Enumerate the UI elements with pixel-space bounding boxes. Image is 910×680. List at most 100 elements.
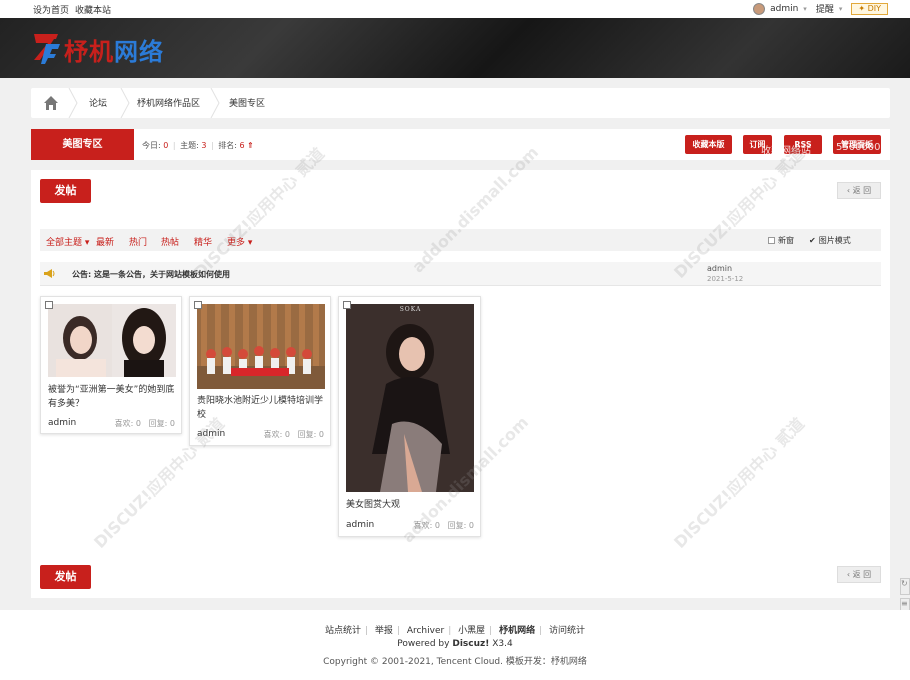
likes-count: 0 [135, 419, 142, 428]
announcement-row[interactable]: 公告: 这是一条公告，关于网站模板如何使用 admin 2021-5-12 [40, 262, 881, 286]
filter-more[interactable]: 更多 ▾ [227, 235, 252, 248]
likes-count: 0 [284, 430, 291, 439]
announcement-author[interactable]: admin [707, 264, 732, 273]
select-checkbox[interactable] [343, 301, 351, 309]
powered-by: Powered by Discuz! X3.4 [0, 639, 910, 649]
breadcrumb-item-forum[interactable]: 论坛 [89, 96, 107, 109]
home-icon[interactable] [43, 95, 59, 111]
arrow-up-icon: ⇑ [247, 141, 254, 150]
forum-name: 美图专区 [31, 129, 134, 160]
filter-hot[interactable]: 热门 [129, 235, 147, 248]
replies-label: 回复: [148, 419, 168, 428]
powered-version: X3.4 [492, 639, 513, 649]
likes-label: 喜欢: [114, 419, 134, 428]
select-checkbox[interactable] [194, 301, 202, 309]
site-footer: 站点统计 | 举报 | Archiver | 小黑屋 | 杼机网络 | 访问统计 Powe… [0, 610, 910, 680]
thread-title[interactable]: 美女图赏大观 [346, 498, 474, 512]
top-bar: 设为首页 收藏本站 admin ▾ 提醒 ▾ ✦ DIY [0, 0, 910, 18]
logo-text-blue: 网络 [114, 38, 164, 66]
image-caption: SOKA [399, 306, 422, 313]
filter-digest[interactable]: 精华 [194, 235, 212, 248]
thread-author[interactable]: admin [346, 520, 374, 530]
footer-link-report[interactable]: 举报 [375, 626, 393, 636]
chevron-right-icon [68, 88, 78, 118]
logo-icon[interactable] [32, 30, 62, 64]
megaphone-icon [44, 269, 55, 278]
thread-stats: 喜欢: 0 回复: 0 [414, 520, 474, 531]
footer-links: 站点统计 | 举报 | Archiver | 小黑屋 | 杼机网络 | 访问统计 [324, 626, 586, 636]
announcement-text[interactable]: 公告: 这是一条公告，关于网站模板如何使用 [72, 269, 230, 280]
filter-hot-threads[interactable]: 热帖 [161, 235, 179, 248]
forum-info-bar: 美图专区 今日: 0 | 主题: 3 | 排名: 6 ⇑ 收藏本版 订阅 RSS… [31, 129, 890, 160]
select-checkbox[interactable] [45, 301, 53, 309]
site-header: 杼机网络 [0, 18, 910, 78]
footer-link-stats[interactable]: 站点统计 [325, 626, 361, 636]
thread-author[interactable]: admin [48, 418, 76, 428]
chevron-down-icon: ▾ [803, 4, 807, 13]
replies-count: 0 [318, 430, 324, 439]
thread-title[interactable]: 被誉为“亚洲第一美女”的她到底有多美？ [48, 383, 176, 411]
rank-label: 排名: [218, 141, 237, 150]
breadcrumb-item-current[interactable]: 美图专区 [229, 96, 265, 109]
footer-link-archiver[interactable]: Archiver [407, 626, 444, 636]
new-post-button-bottom[interactable]: 发帖 [40, 565, 91, 589]
thread-card[interactable]: 贵阳晓水池附近少儿模特培训学校 admin 喜欢: 0 回复: 0 [189, 296, 331, 446]
thread-author[interactable]: admin [197, 429, 225, 439]
new-window-checkbox[interactable] [768, 237, 775, 244]
remind-link[interactable]: 提醒 [816, 2, 834, 15]
replies-label: 回复: [447, 521, 467, 530]
user-area: admin ▾ 提醒 ▾ ✦ DIY [753, 2, 888, 15]
avatar[interactable] [753, 2, 766, 15]
top-links: 设为首页 收藏本站 [33, 3, 117, 16]
list-icon: ≡ [901, 599, 908, 608]
powered-brand[interactable]: Discuz! [452, 639, 489, 649]
forum-stats: 今日: 0 | 主题: 3 | 排名: 6 ⇑ [142, 141, 254, 150]
replies-label: 回复: [297, 430, 317, 439]
pic-mode-label: 图片模式 [818, 236, 851, 245]
thread-card[interactable]: 被誉为“亚洲第一美女”的她到底有多美？ admin 喜欢: 0 回复: 0 [40, 296, 182, 434]
topics-value: 3 [201, 141, 207, 150]
footer-link-blacklist[interactable]: 小黑屋 [458, 626, 485, 636]
new-post-button[interactable]: 发帖 [40, 179, 91, 203]
footer-link-visit-stats[interactable]: 访问统计 [549, 626, 585, 636]
likes-count: 0 [434, 521, 441, 530]
thread-title[interactable]: 贵阳晓水池附近少儿模特培训学校 [197, 394, 325, 422]
rank-value: 6 [239, 141, 245, 150]
thread-thumbnail[interactable] [48, 304, 176, 377]
likes-label: 喜欢: [263, 430, 283, 439]
username-link[interactable]: admin [770, 4, 798, 14]
footer-link-site[interactable]: 杼机网络 [499, 626, 535, 636]
overlay-text: 收藏网络站 [761, 146, 811, 157]
bookmark-link[interactable]: 收藏本站 [75, 6, 111, 16]
breadcrumb-item-category[interactable]: 杼机网络作品区 [137, 96, 200, 109]
topics-label: 主题: [180, 141, 199, 150]
favorite-forum-button[interactable]: 收藏本版 [685, 135, 732, 154]
new-window-toggle[interactable]: 新窗 [768, 235, 794, 246]
checkmark-icon[interactable]: ✔ [809, 236, 816, 245]
thread-thumbnail[interactable] [197, 304, 325, 389]
back-button-bottom[interactable]: ‹ 返 回 [837, 566, 881, 583]
thread-card[interactable]: SOKA 美女图赏大观 admin 喜欢: 0 回复: 0 [338, 296, 481, 537]
thread-stats: 喜欢: 0 回复: 0 [264, 429, 324, 440]
today-value: 0 [163, 141, 169, 150]
chevron-down-icon: ▾ [838, 4, 843, 13]
replies-count: 0 [468, 521, 474, 530]
breadcrumb: 论坛 杼机网络作品区 美图专区 [31, 88, 890, 118]
diy-button[interactable]: ✦ DIY [851, 2, 888, 15]
today-label: 今日: [142, 141, 161, 150]
filter-all-topics[interactable]: 全部主题 ▾ [46, 235, 89, 248]
chevron-right-icon [120, 88, 130, 118]
new-window-label: 新窗 [778, 236, 794, 245]
thread-stats: 喜欢: 0 回复: 0 [115, 418, 175, 429]
side-tool-refresh[interactable]: ↻ [900, 578, 910, 595]
overlay-number: 55000000 [836, 142, 887, 153]
back-button[interactable]: ‹ 返 回 [837, 182, 881, 199]
pic-mode-toggle[interactable]: ✔ 图片模式 [809, 235, 851, 246]
set-home-link[interactable]: 设为首页 [33, 6, 69, 16]
chevron-right-icon [210, 88, 220, 118]
filter-bar: 全部主题 ▾ 最新 热门 热帖 精华 更多 ▾ 新窗 ✔ 图片模式 [40, 229, 881, 251]
site-logo[interactable]: 杼机网络 [64, 32, 164, 67]
filter-latest[interactable]: 最新 [96, 235, 114, 248]
thread-thumbnail[interactable] [346, 304, 474, 492]
replies-count: 0 [169, 419, 175, 428]
